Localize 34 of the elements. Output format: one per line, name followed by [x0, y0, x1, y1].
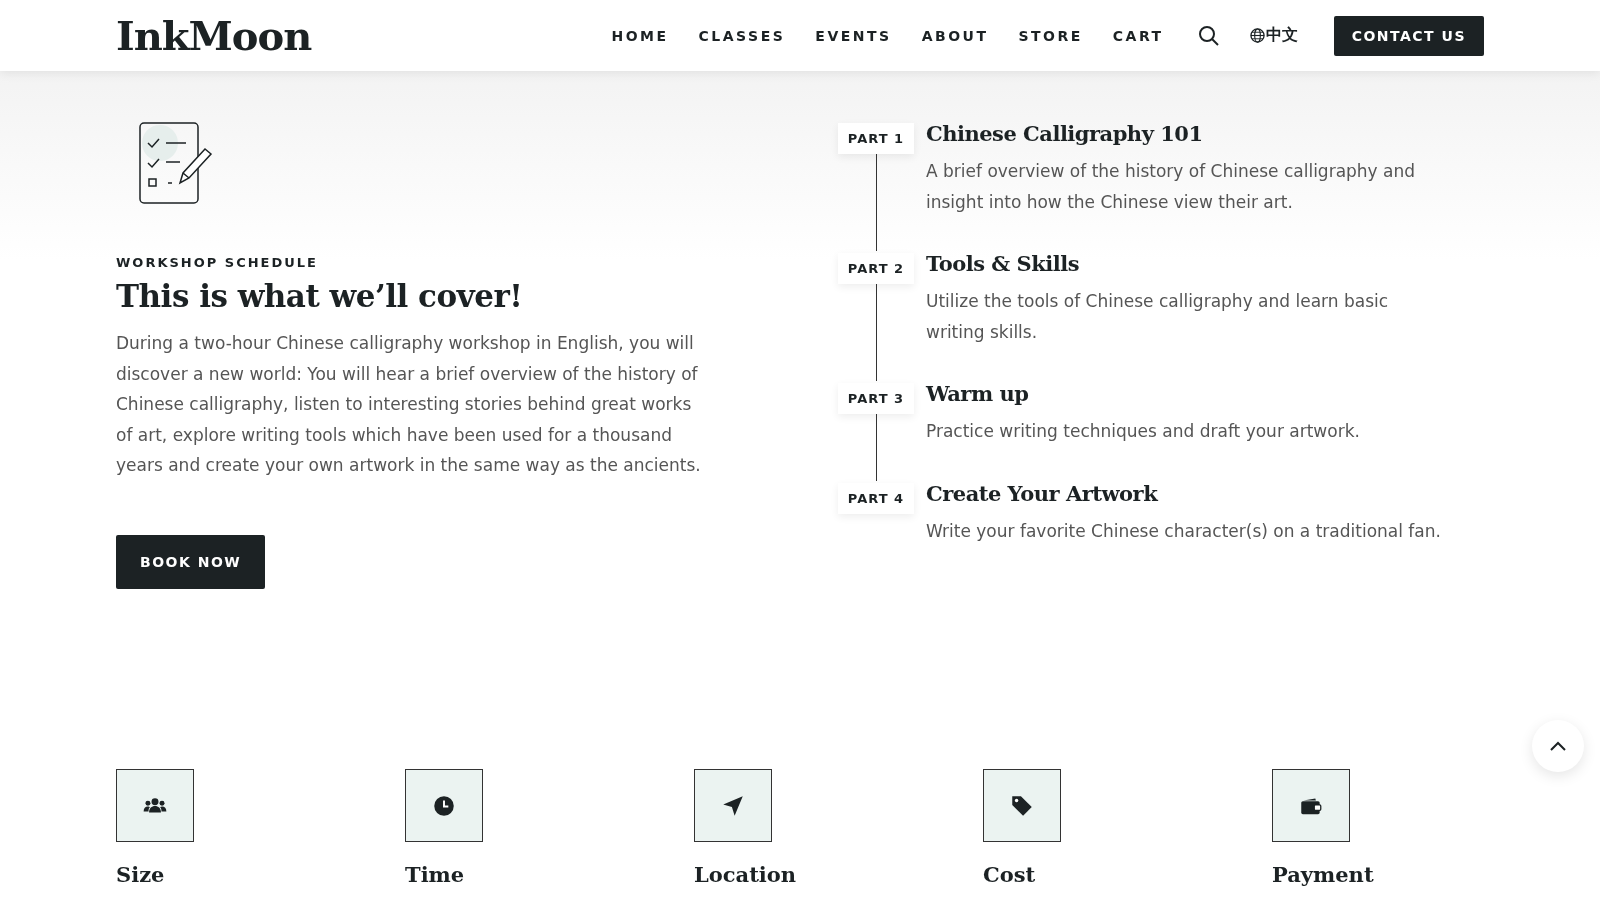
chevron-up-icon [1549, 740, 1567, 752]
book-now-button[interactable]: BOOK NOW [116, 534, 266, 589]
part-title: Chinese Calligraphy 101 [926, 121, 1204, 146]
part-description: A brief overview of the history of Chinese calligraphy and insight into how the Chinese view their art. [926, 160, 1417, 214]
nav-link[interactable]: CART [1112, 27, 1164, 44]
section-eyebrow: WORKSHOP SCHEDULE [116, 255, 318, 270]
part-title: Create Your Artwork [926, 480, 1160, 506]
part-title: Warm up [926, 381, 1030, 406]
checklist-icon [138, 121, 214, 205]
feature-title: Location [694, 862, 798, 888]
nav-link[interactable]: STORE [1018, 27, 1083, 44]
nav-link[interactable]: EVENTS [815, 27, 892, 44]
contact-button[interactable]: CONTACT US [1333, 15, 1484, 56]
feature-title: Size [116, 862, 166, 888]
part-description: Utilize the tools of Chinese calligraphy and learn basic writing skills. [926, 290, 1390, 344]
part-badge: PART 3 [837, 383, 915, 414]
feature-title: Cost [983, 862, 1037, 888]
part-badge: PART 4 [837, 482, 915, 514]
globe-icon [1249, 28, 1265, 43]
part-badge: PART 1 [837, 123, 915, 154]
nav-link[interactable]: CLASSES [698, 27, 786, 44]
language-link[interactable]: 中文 [1249, 25, 1298, 46]
logo[interactable]: InkMoon [116, 12, 312, 59]
section-description: During a two-hour Chinese calligraphy workshop in English, you will discover a new world: You will hear a brief overview of the history of Chinese calligraphy, listen to interesting stories behind great works of art, explore writing tools which have been used for a thousand years and create your own artwork in the same way as the ancients. [116, 332, 702, 477]
feature-title: Payment [1272, 862, 1375, 888]
part-description: Practice writing techniques and draft your artwork. [926, 420, 1361, 443]
section-title: This is what we’ll cover! [116, 278, 523, 314]
nav-link[interactable]: ABOUT [921, 27, 989, 44]
part-title: Tools & Skills [926, 251, 1081, 276]
search-icon[interactable] [1197, 24, 1220, 47]
feature-title: Time [405, 862, 466, 888]
part-description: Write your favorite Chinese character(s) on a traditional fan. [926, 519, 1442, 543]
nav-link[interactable]: HOME [611, 27, 669, 44]
part-badge: PART 2 [837, 253, 915, 284]
